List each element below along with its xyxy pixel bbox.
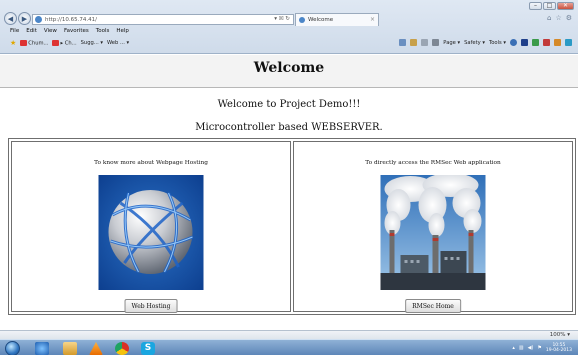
menu-edit[interactable]: Edit	[26, 28, 37, 34]
feeds-icon[interactable]	[410, 39, 418, 46]
panels-table: To know more about Webpage Hosting Web H…	[8, 138, 576, 315]
menu-tools[interactable]: Tools	[96, 28, 110, 34]
zoom-level[interactable]: 100% ▾	[550, 332, 570, 338]
window-controls: – □ ✕	[529, 2, 574, 10]
help-icon[interactable]	[510, 39, 517, 46]
favorite-item[interactable]: ▸ Ch...	[52, 39, 77, 46]
site-favicon-icon	[35, 16, 42, 23]
web-hosting-button[interactable]: Web Hosting	[124, 299, 178, 313]
chrome-icon[interactable]	[115, 342, 129, 355]
gear-icon[interactable]: ⚙	[566, 14, 572, 22]
rmsec-home-button[interactable]: RMSec Home	[405, 299, 461, 313]
favorites-bar: ★ Chum... ▸ Ch... Sugg... ▾ Web ... ▾	[10, 39, 129, 47]
file-explorer-icon[interactable]	[63, 342, 77, 355]
page-menu[interactable]: Page ▾	[443, 40, 460, 46]
page-header: Welcome	[0, 55, 578, 88]
video-icon	[52, 39, 60, 46]
addon-icon[interactable]	[565, 39, 572, 46]
menu-bar: File Edit View Favorites Tools Help	[10, 28, 129, 34]
start-button[interactable]	[5, 341, 20, 355]
tab-close-icon[interactable]: ×	[370, 16, 375, 23]
addon-icon[interactable]	[521, 39, 528, 46]
star-icon[interactable]: ☆	[555, 14, 561, 22]
volume-icon[interactable]: ◀)	[528, 345, 534, 351]
status-bar: 100% ▾	[0, 330, 578, 339]
minimize-button[interactable]: –	[529, 2, 542, 10]
tray-arrow-icon[interactable]: ▴	[512, 345, 515, 351]
skype-icon[interactable]: S	[141, 342, 155, 355]
addon-icon[interactable]	[532, 39, 539, 46]
print-icon[interactable]	[432, 39, 440, 46]
home-icon[interactable]: ⌂	[547, 14, 551, 22]
vlc-icon[interactable]	[89, 342, 103, 355]
maximize-button[interactable]: □	[543, 2, 556, 10]
command-bar: Page ▾ Safety ▾ Tools ▾	[399, 39, 572, 46]
favorite-item[interactable]: Sugg... ▾	[81, 40, 103, 46]
menu-help[interactable]: Help	[116, 28, 129, 34]
clock-date: 19-04-2013	[545, 348, 572, 353]
addon-icon[interactable]	[543, 39, 550, 46]
subtitle-text: Microcontroller based WEBSERVER.	[195, 122, 383, 133]
favorites-star-icon[interactable]: ★	[10, 39, 16, 47]
tab-label: Welcome	[308, 17, 334, 23]
page-title: Welcome	[253, 60, 325, 76]
panel-caption: To know more about Webpage Hosting	[94, 160, 208, 166]
tab-favicon-icon	[299, 17, 305, 23]
home-page-icon[interactable]	[399, 39, 407, 46]
power-plant-image	[380, 175, 486, 290]
back-arrow-icon[interactable]: ◀	[4, 12, 17, 25]
globe-network-image	[98, 175, 204, 290]
tools-menu[interactable]: Tools ▾	[489, 40, 506, 46]
clock[interactable]: 10:55 19-04-2013	[546, 343, 572, 353]
system-tray: ▴ ▥ ◀) ⚑ 10:55 19-04-2013	[512, 343, 572, 353]
browser-right-icons: ⌂ ☆ ⚙	[547, 14, 572, 22]
close-button[interactable]: ✕	[557, 2, 574, 10]
taskbar: S ▴ ▥ ◀) ⚑ 10:55 19-04-2013	[0, 339, 578, 355]
browser-chrome: – □ ✕ ◀ ▶ http://10.65.74.41/ ▾ ☒ ↻ Welc…	[0, 0, 578, 54]
internet-explorer-icon[interactable]	[35, 342, 49, 355]
address-bar[interactable]: http://10.65.74.41/ ▾ ☒ ↻	[32, 14, 294, 25]
video-icon	[20, 39, 28, 46]
forward-arrow-icon[interactable]: ▶	[18, 12, 31, 25]
panel-caption: To directly access the RMSec Web applica…	[365, 160, 501, 166]
network-icon[interactable]: ▥	[519, 345, 524, 351]
mail-icon[interactable]	[421, 39, 429, 46]
navigation-buttons: ◀ ▶	[4, 12, 32, 25]
address-tools[interactable]: ▾ ☒ ↻	[274, 16, 290, 22]
addon-icon[interactable]	[554, 39, 561, 46]
panel-web-hosting: To know more about Webpage Hosting Web H…	[11, 141, 291, 313]
address-url: http://10.65.74.41/	[45, 16, 97, 23]
favorite-item[interactable]: Web ... ▾	[107, 40, 129, 46]
flag-icon[interactable]: ⚑	[537, 345, 541, 351]
tab-welcome[interactable]: Welcome ×	[295, 13, 379, 26]
favorite-item[interactable]: Chum...	[20, 39, 48, 46]
menu-file[interactable]: File	[10, 28, 19, 34]
panel-rmsec: To directly access the RMSec Web applica…	[293, 141, 573, 313]
safety-menu[interactable]: Safety ▾	[464, 40, 485, 46]
welcome-text: Welcome to Project Demo!!!	[217, 99, 361, 110]
menu-view[interactable]: View	[44, 28, 57, 34]
web-page: Welcome Welcome to Project Demo!!! Micro…	[0, 55, 578, 330]
menu-favorites[interactable]: Favorites	[64, 28, 89, 34]
